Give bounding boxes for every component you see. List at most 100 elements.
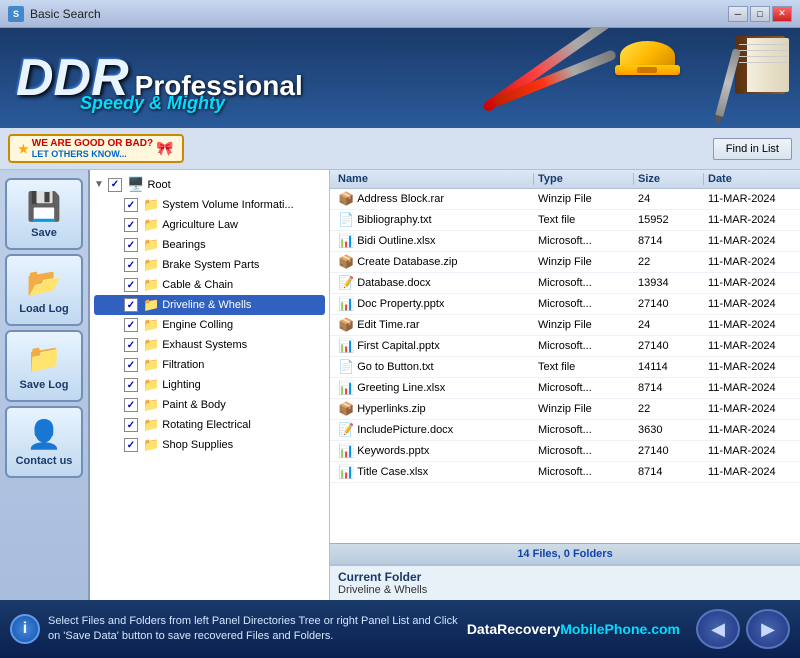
file-list-body[interactable]: 📦 Address Block.rar Winzip File 24 11-MA… — [330, 189, 800, 543]
tree-item-shop-supplies[interactable]: 📁 Shop Supplies — [94, 435, 325, 455]
tree-item-folder-icon: 📁 — [143, 377, 159, 393]
tree-item-checkbox[interactable] — [124, 378, 138, 392]
file-name: Greeting Line.xlsx — [357, 382, 445, 394]
tree-root-checkbox[interactable] — [108, 178, 122, 192]
file-type-icon: 📊 — [338, 380, 354, 396]
file-name-cell: 📊 Title Case.xlsx — [334, 464, 534, 480]
file-row[interactable]: 📄 Go to Button.txt Text file 14114 11-MA… — [330, 357, 800, 378]
tree-item-checkbox[interactable] — [124, 338, 138, 352]
file-row[interactable]: 📊 First Capital.pptx Microsoft... 27140 … — [330, 336, 800, 357]
file-date: 11-MAR-2024 — [704, 403, 800, 415]
file-row[interactable]: 📝 IncludePicture.docx Microsoft... 3630 … — [330, 420, 800, 441]
file-name: IncludePicture.docx — [357, 424, 453, 436]
tree-panel[interactable]: ▼ 🖥️ Root 📁 System Volume Informati... 📁… — [90, 170, 330, 600]
tree-item-driveline[interactable]: 📁 Driveline & Whells — [94, 295, 325, 315]
tree-item-filtration[interactable]: 📁 Filtration — [94, 355, 325, 375]
tree-item-paint-body[interactable]: 📁 Paint & Body — [94, 395, 325, 415]
tree-item-agriculture-law[interactable]: 📁 Agriculture Law — [94, 215, 325, 235]
tree-item-bearings[interactable]: 📁 Bearings — [94, 235, 325, 255]
file-size: 3630 — [634, 424, 704, 436]
tree-item-checkbox[interactable] — [124, 418, 138, 432]
col-name: Name — [334, 173, 534, 185]
tree-item-folder-icon: 📁 — [143, 217, 159, 233]
contact-us-button[interactable]: 👤 Contact us — [5, 406, 83, 478]
file-type-icon: 📦 — [338, 317, 354, 333]
file-type-icon: 📦 — [338, 254, 354, 270]
file-size: 8714 — [634, 466, 704, 478]
file-row[interactable]: 📦 Hyperlinks.zip Winzip File 22 11-MAR-2… — [330, 399, 800, 420]
load-log-button[interactable]: 📂 Load Log — [5, 254, 83, 326]
next-button[interactable]: ▶ — [746, 609, 790, 649]
file-row[interactable]: 📊 Title Case.xlsx Microsoft... 8714 11-M… — [330, 462, 800, 483]
tree-item-checkbox[interactable] — [124, 318, 138, 332]
tagline-text: Speedy & Mighty — [80, 93, 225, 114]
file-type-icon: 📊 — [338, 338, 354, 354]
tree-item-checkbox[interactable] — [124, 298, 138, 312]
file-row[interactable]: 📦 Address Block.rar Winzip File 24 11-MA… — [330, 189, 800, 210]
file-type-icon: 📊 — [338, 233, 354, 249]
find-in-list-button[interactable]: Find in List — [713, 138, 792, 160]
main-content: ★ WE ARE GOOD OR BAD? LET OTHERS KNOW...… — [0, 128, 800, 600]
bottom-bar: i Select Files and Folders from left Pan… — [0, 600, 800, 658]
pen-icon — [724, 48, 732, 118]
tree-item-brake-system[interactable]: 📁 Brake System Parts — [94, 255, 325, 275]
tree-item-cable-chain[interactable]: 📁 Cable & Chain — [94, 275, 325, 295]
file-row[interactable]: 📦 Edit Time.rar Winzip File 24 11-MAR-20… — [330, 315, 800, 336]
file-row[interactable]: 📄 Bibliography.txt Text file 15952 11-MA… — [330, 210, 800, 231]
tree-item-checkbox[interactable] — [124, 438, 138, 452]
tree-item-label: Shop Supplies — [162, 439, 233, 451]
file-name-cell: 📦 Hyperlinks.zip — [334, 401, 534, 417]
tree-item-system-volume[interactable]: 📁 System Volume Informati... — [94, 195, 325, 215]
tree-item-engine-colling[interactable]: 📁 Engine Colling — [94, 315, 325, 335]
hardhat-icon — [615, 33, 680, 93]
file-count-status: 14 Files, 0 Folders — [330, 543, 800, 564]
file-row[interactable]: 📝 Database.docx Microsoft... 13934 11-MA… — [330, 273, 800, 294]
panels-row: 💾 Save 📂 Load Log 📁 Save Log 👤 Contact u… — [0, 170, 800, 600]
file-name-cell: 📊 First Capital.pptx — [334, 338, 534, 354]
minimize-button[interactable]: ─ — [728, 6, 748, 22]
file-type: Microsoft... — [534, 466, 634, 478]
close-button[interactable]: ✕ — [772, 6, 792, 22]
save-log-icon: 📁 — [27, 342, 62, 375]
prev-button[interactable]: ◀ — [696, 609, 740, 649]
file-row[interactable]: 📊 Bidi Outline.xlsx Microsoft... 8714 11… — [330, 231, 800, 252]
tree-item-label: Agriculture Law — [162, 219, 238, 231]
tree-item-checkbox[interactable] — [124, 358, 138, 372]
file-type: Microsoft... — [534, 340, 634, 352]
save-log-button[interactable]: 📁 Save Log — [5, 330, 83, 402]
maximize-button[interactable]: □ — [750, 6, 770, 22]
tree-item-checkbox[interactable] — [124, 198, 138, 212]
title-bar-buttons: ─ □ ✕ — [728, 6, 792, 22]
file-name-cell: 📊 Greeting Line.xlsx — [334, 380, 534, 396]
file-type-icon: 📄 — [338, 359, 354, 375]
nav-buttons: ◀ ▶ — [696, 609, 790, 649]
tree-item-folder-icon: 📁 — [143, 437, 159, 453]
file-size: 8714 — [634, 382, 704, 394]
file-date: 11-MAR-2024 — [704, 256, 800, 268]
bottom-info-text: Select Files and Folders from left Panel… — [48, 614, 459, 645]
tree-item-lighting[interactable]: 📁 Lighting — [94, 375, 325, 395]
file-size: 24 — [634, 319, 704, 331]
tree-item-exhaust-systems[interactable]: 📁 Exhaust Systems — [94, 335, 325, 355]
file-type-icon: 📦 — [338, 191, 354, 207]
tree-root-item[interactable]: ▼ 🖥️ Root — [94, 174, 325, 195]
file-name: Doc Property.pptx — [357, 298, 444, 310]
file-name: Hyperlinks.zip — [357, 403, 425, 415]
save-button[interactable]: 💾 Save — [5, 178, 83, 250]
file-row[interactable]: 📊 Keywords.pptx Microsoft... 27140 11-MA… — [330, 441, 800, 462]
tree-item-checkbox[interactable] — [124, 258, 138, 272]
tree-item-checkbox[interactable] — [124, 238, 138, 252]
tree-item-rotating-electrical[interactable]: 📁 Rotating Electrical — [94, 415, 325, 435]
load-log-label: Load Log — [19, 303, 69, 315]
we-are-good-button[interactable]: ★ WE ARE GOOD OR BAD? LET OTHERS KNOW...… — [8, 134, 184, 163]
file-row[interactable]: 📦 Create Database.zip Winzip File 22 11-… — [330, 252, 800, 273]
tree-item-label: Brake System Parts — [162, 259, 259, 271]
tree-item-checkbox[interactable] — [124, 218, 138, 232]
file-row[interactable]: 📊 Doc Property.pptx Microsoft... 27140 1… — [330, 294, 800, 315]
tree-item-checkbox[interactable] — [124, 278, 138, 292]
file-date: 11-MAR-2024 — [704, 382, 800, 394]
tree-item-checkbox[interactable] — [124, 398, 138, 412]
file-row[interactable]: 📊 Greeting Line.xlsx Microsoft... 8714 1… — [330, 378, 800, 399]
save-label: Save — [31, 227, 57, 239]
file-name: Address Block.rar — [357, 193, 444, 205]
